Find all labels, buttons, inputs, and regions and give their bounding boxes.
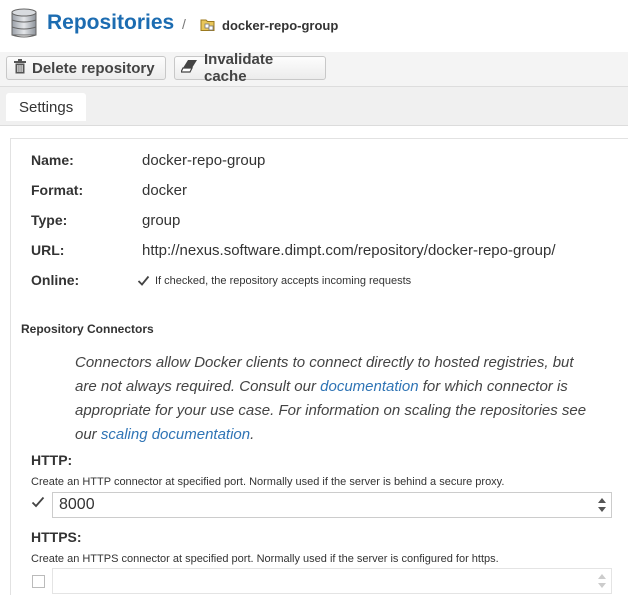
name-label: Name: xyxy=(31,152,74,168)
database-icon xyxy=(10,8,38,43)
toolbar: Delete repository Invalidate cache xyxy=(0,51,628,87)
scaling-documentation-link[interactable]: scaling documentation xyxy=(101,426,250,443)
breadcrumb: docker-repo-group xyxy=(222,18,339,33)
eraser-icon xyxy=(180,59,204,77)
http-checkbox[interactable] xyxy=(31,496,45,509)
https-port-input[interactable] xyxy=(59,571,579,591)
invalidate-cache-label: Invalidate cache xyxy=(204,51,274,85)
type-value: group xyxy=(142,212,181,229)
https-label: HTTPS: xyxy=(31,529,82,545)
tab-bar: Settings xyxy=(0,87,628,126)
url-label: URL: xyxy=(31,242,65,258)
online-label: Online: xyxy=(31,272,80,288)
http-port-field[interactable] xyxy=(52,492,612,518)
https-checkbox[interactable] xyxy=(32,575,45,588)
online-help-text: If checked, the repository accepts incom… xyxy=(155,275,412,287)
connectors-description: Connectors allow Docker clients to conne… xyxy=(75,351,595,447)
http-label: HTTP: xyxy=(31,452,73,468)
http-help-text: Create an HTTP connector at specified po… xyxy=(31,476,505,488)
type-label: Type: xyxy=(31,212,68,228)
delete-repository-label: Delete repository xyxy=(32,59,155,77)
folder-icon xyxy=(200,17,216,38)
documentation-link[interactable]: documentation xyxy=(320,378,418,395)
name-value: docker-repo-group xyxy=(142,152,266,169)
breadcrumb-separator: / xyxy=(182,16,186,32)
invalidate-cache-button[interactable]: Invalidate cache xyxy=(174,51,326,85)
format-label: Format: xyxy=(31,182,84,198)
https-help-text: Create an HTTPS connector at specified p… xyxy=(31,553,499,565)
connectors-text-3: . xyxy=(250,426,255,443)
http-port-input[interactable] xyxy=(59,495,579,515)
trash-icon xyxy=(13,58,32,78)
repository-connectors-heading: Repository Connectors xyxy=(21,322,154,336)
tab-settings[interactable]: Settings xyxy=(6,93,87,121)
checkmark-icon xyxy=(137,275,150,286)
online-checkbox[interactable] xyxy=(137,275,150,288)
https-port-field[interactable] xyxy=(52,568,612,594)
spinner-arrows-icon[interactable] xyxy=(597,496,607,514)
delete-repository-button[interactable]: Delete repository xyxy=(6,56,166,80)
page-header: Repositories / docker-repo-group xyxy=(0,0,628,52)
page-title[interactable]: Repositories xyxy=(47,11,174,35)
url-value: http://nexus.software.dimpt.com/reposito… xyxy=(142,242,556,259)
spinner-arrows-icon[interactable] xyxy=(597,572,607,590)
format-value: docker xyxy=(142,182,188,199)
checkmark-icon xyxy=(31,496,45,508)
